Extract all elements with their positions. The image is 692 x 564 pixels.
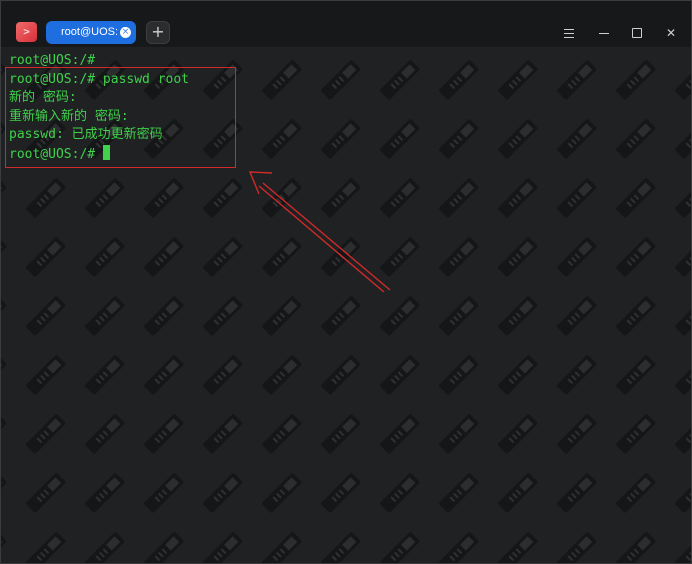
tab-close-icon[interactable]: × xyxy=(120,27,131,38)
close-icon: ✕ xyxy=(665,26,677,40)
tab-label: root@UOS: / xyxy=(61,26,125,38)
menu-button[interactable] xyxy=(560,24,578,42)
maximize-icon xyxy=(632,28,642,38)
close-button[interactable]: ✕ xyxy=(662,24,680,42)
terminal-area[interactable]: root@UOS:/# root@UOS:/# passwd root 新的 密… xyxy=(1,48,691,563)
new-tab-button[interactable]: + xyxy=(146,21,170,44)
terminal-app-icon: > xyxy=(16,22,37,42)
menu-icon xyxy=(564,29,574,30)
title-bar[interactable]: > root@UOS: / × + ✕ xyxy=(1,1,691,48)
tab-root-uos[interactable]: root@UOS: / × xyxy=(46,21,136,44)
minimize-button[interactable] xyxy=(595,24,613,42)
maximize-button[interactable] xyxy=(628,24,646,42)
annotation-arrow xyxy=(248,171,391,293)
terminal-window: > root@UOS: / × + ✕ root@UOS:/# root@UOS… xyxy=(0,0,692,564)
minimize-icon xyxy=(599,33,609,34)
